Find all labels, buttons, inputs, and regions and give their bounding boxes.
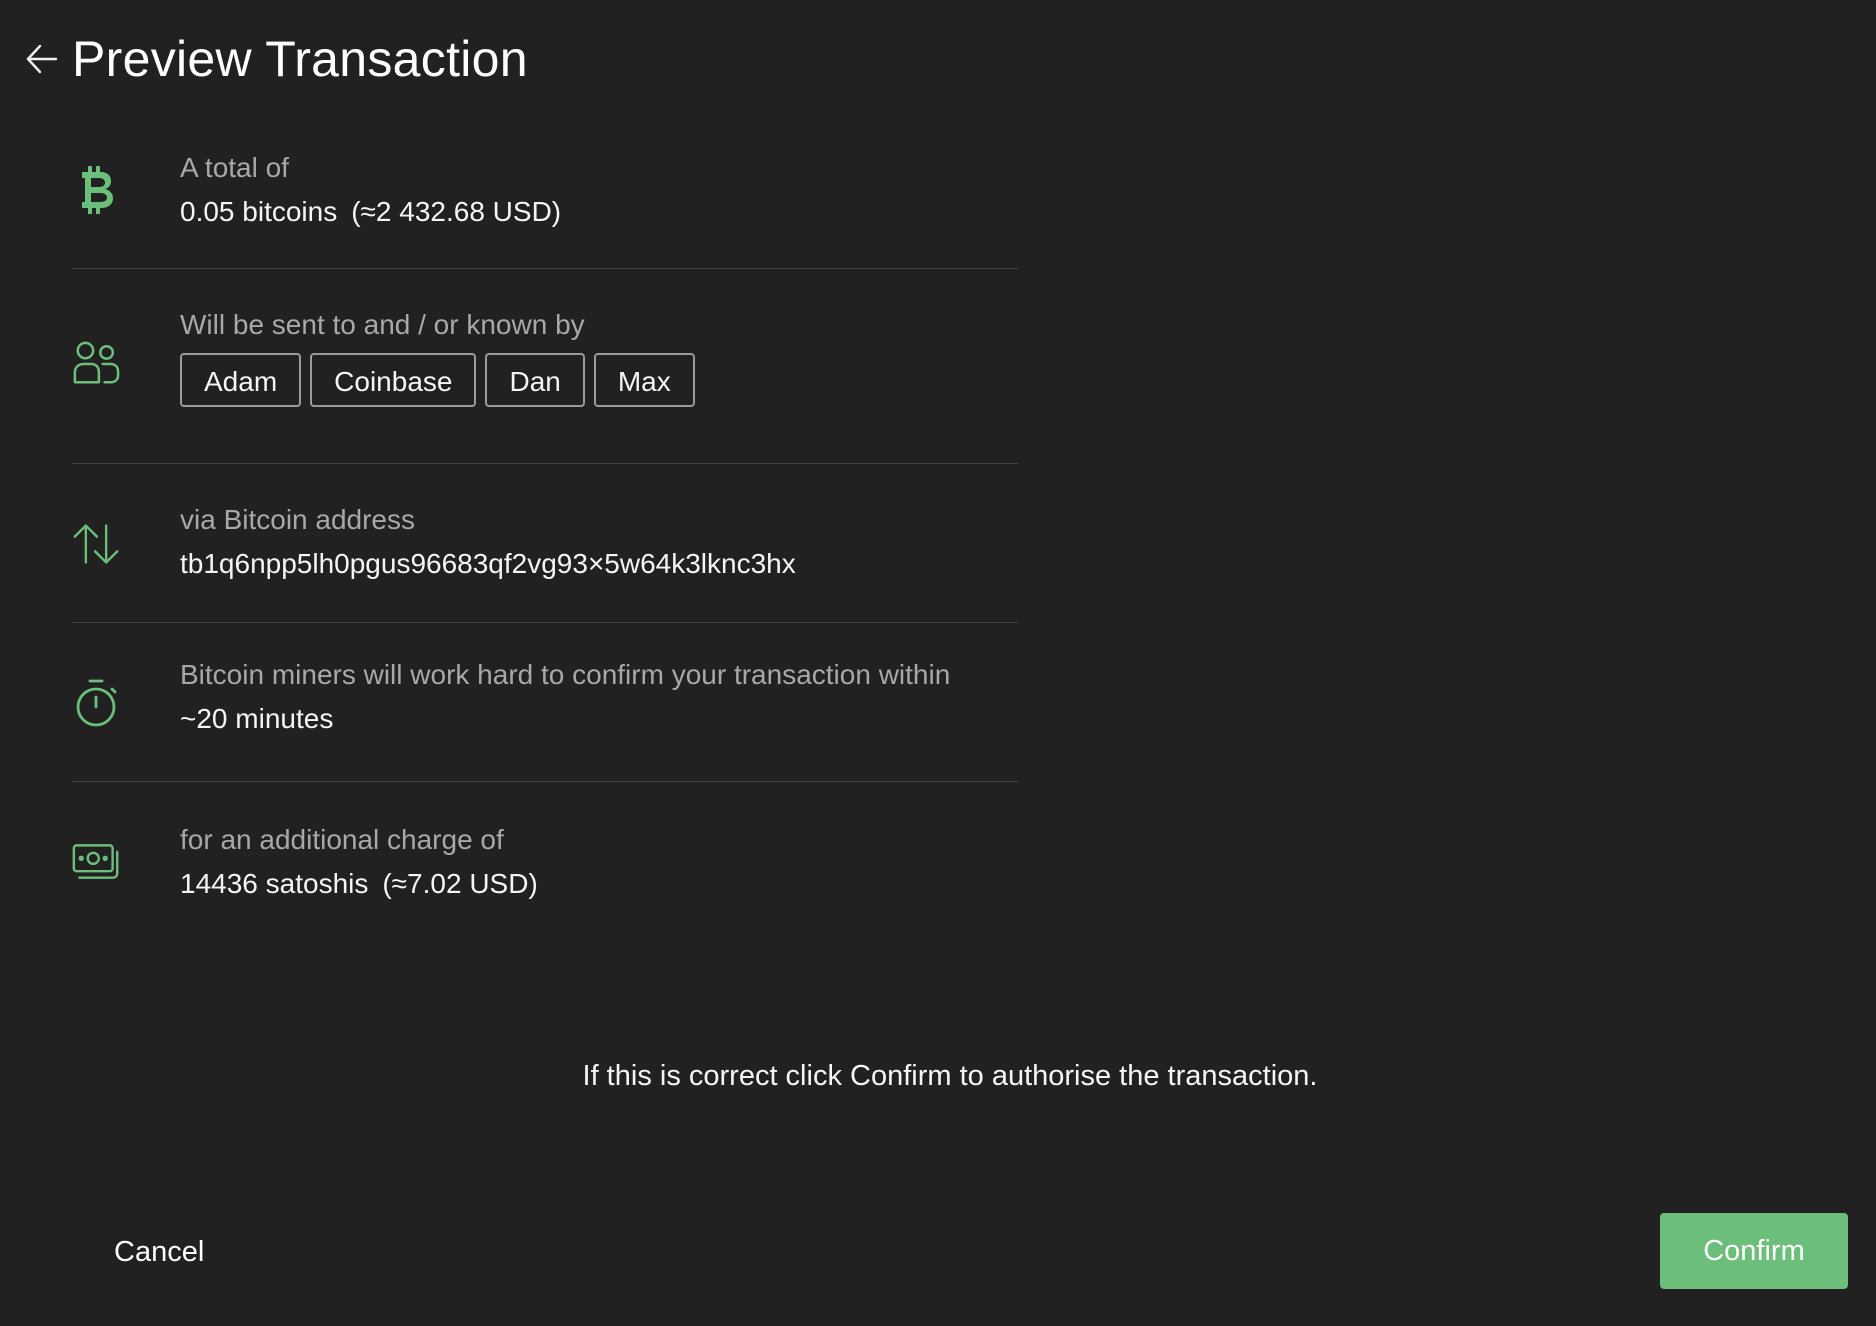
confirm-button[interactable]: Confirm — [1660, 1213, 1848, 1289]
address-label: via Bitcoin address — [180, 504, 416, 535]
header: Preview Transaction — [22, 30, 528, 88]
recipient-chip-adam[interactable]: Adam — [180, 353, 302, 407]
fee-value: 14436 satoshis — [180, 868, 369, 899]
bitcoin-icon — [72, 166, 120, 214]
recipient-chip-max[interactable]: Max — [593, 353, 695, 407]
timing-value: ~20 minutes — [180, 703, 334, 734]
bitcoin-address: tb1q6npp5lh0pgus96683qf2vg93×5w64k3lknc3… — [180, 548, 796, 579]
transaction-summary: A total of 0.05 bitcoins (≈2 432.68 USD) … — [72, 130, 1018, 932]
arrow-left-icon — [26, 44, 58, 74]
recipient-chips: Adam Coinbase Dan Max — [180, 353, 695, 407]
stopwatch-icon — [72, 679, 120, 727]
cancel-button[interactable]: Cancel — [90, 1226, 228, 1279]
fee-row: for an additional charge of 14436 satosh… — [72, 782, 1018, 932]
recipient-chip-dan[interactable]: Dan — [485, 353, 585, 407]
recipients-label: Will be sent to and / or known by — [180, 309, 585, 340]
recipients-text: Will be sent to and / or known by Adam C… — [180, 303, 695, 407]
fee-value-line: 14436 satoshis (≈7.02 USD) — [180, 862, 538, 906]
address-row: via Bitcoin address tb1q6npp5lh0pgus9668… — [72, 464, 1018, 623]
recipients-row: Will be sent to and / or known by Adam C… — [72, 269, 1018, 464]
page-title: Preview Transaction — [72, 31, 528, 87]
arrows-up-down-icon — [72, 520, 120, 568]
amount-row: A total of 0.05 bitcoins (≈2 432.68 USD) — [72, 130, 1018, 269]
fee-text: for an additional charge of 14436 satosh… — [180, 818, 538, 906]
timing-row: Bitcoin miners will work hard to confirm… — [72, 623, 1018, 782]
confirmation-notice: If this is correct click Confirm to auth… — [582, 1060, 1318, 1092]
cash-icon — [72, 838, 120, 886]
address-text: via Bitcoin address tb1q6npp5lh0pgus9668… — [180, 498, 796, 586]
amount-value: 0.05 bitcoins — [180, 196, 338, 227]
timing-text: Bitcoin miners will work hard to confirm… — [180, 653, 950, 741]
amount-fiat: (≈2 432.68 USD) — [351, 196, 562, 227]
timing-label: Bitcoin miners will work hard to confirm… — [180, 659, 951, 690]
recipient-chip-coinbase[interactable]: Coinbase — [310, 353, 477, 407]
fee-label: for an additional charge of — [180, 824, 504, 855]
amount-text: A total of 0.05 bitcoins (≈2 432.68 USD) — [180, 146, 561, 234]
amount-label: A total of — [180, 152, 289, 183]
back-button[interactable] — [22, 39, 62, 79]
fee-fiat: (≈7.02 USD) — [382, 868, 538, 899]
people-icon — [72, 339, 120, 387]
amount-value-line: 0.05 bitcoins (≈2 432.68 USD) — [180, 190, 561, 234]
